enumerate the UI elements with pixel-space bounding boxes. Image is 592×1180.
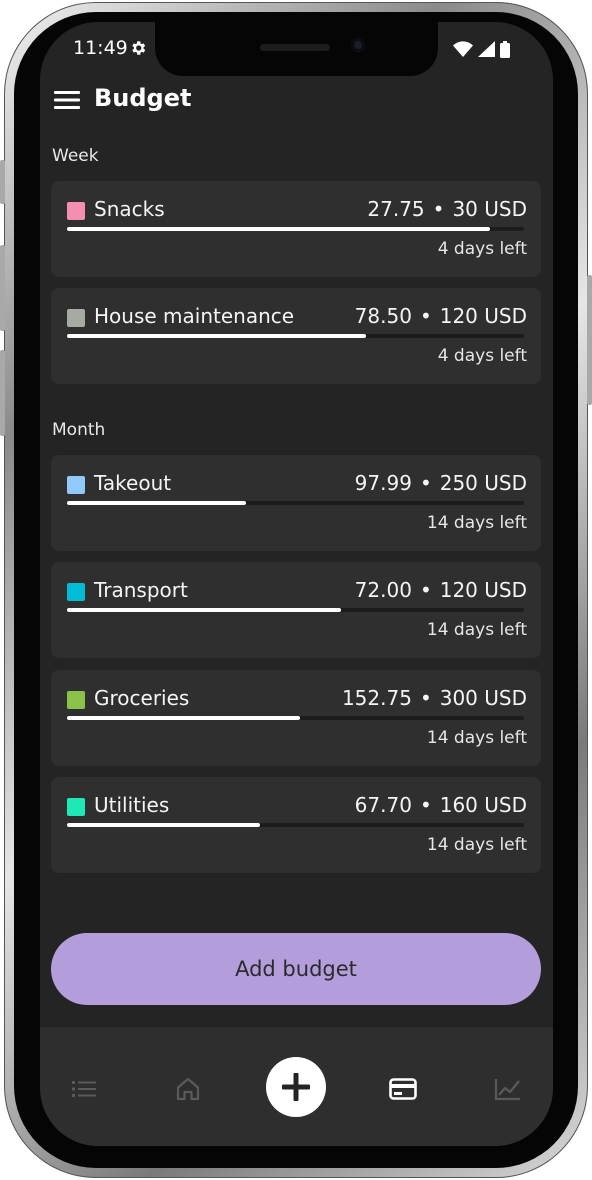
- list-icon: [72, 1081, 96, 1097]
- category-color-swatch: [67, 691, 85, 709]
- category-name: Transport: [94, 578, 188, 602]
- amount-spent: 72.00: [354, 578, 412, 602]
- volume-down-button: [0, 350, 5, 436]
- nav-item-list[interactable]: [64, 1069, 104, 1109]
- home-icon: [176, 1077, 200, 1101]
- days-left: 14 days left: [426, 513, 527, 533]
- amount-separator: •: [419, 793, 432, 817]
- category-name: House maintenance: [94, 304, 295, 328]
- days-left: 14 days left: [426, 835, 527, 855]
- amount-limit: 250 USD: [439, 471, 527, 495]
- budget-card[interactable]: Groceries 152.75 • 300 USD 14 days left: [51, 670, 541, 766]
- amount-spent: 67.70: [354, 793, 412, 817]
- chart-icon: [494, 1079, 520, 1101]
- progress-bar: [67, 501, 524, 505]
- wifi-icon: [453, 41, 473, 57]
- speaker: [260, 44, 330, 51]
- progress-bar: [67, 334, 524, 338]
- app-bar: Budget: [40, 80, 553, 120]
- progress-fill: [67, 227, 490, 231]
- nav-item-home[interactable]: [168, 1069, 208, 1109]
- volume-up-button: [0, 245, 5, 331]
- amount-limit: 300 USD: [439, 686, 527, 710]
- progress-bar: [67, 716, 524, 720]
- amount-limit: 120 USD: [439, 578, 527, 602]
- nav-item-stats[interactable]: [488, 1069, 528, 1109]
- progress-bar: [67, 227, 524, 231]
- page-title: Budget: [94, 84, 192, 112]
- amount-separator: •: [419, 578, 432, 602]
- days-left: 4 days left: [437, 239, 527, 259]
- days-left: 14 days left: [426, 728, 527, 748]
- amount-separator: •: [432, 197, 445, 221]
- category-color-swatch: [67, 309, 85, 327]
- amount-separator: •: [419, 686, 432, 710]
- budget-card[interactable]: Transport 72.00 • 120 USD 14 days left: [51, 562, 541, 658]
- category-name: Utilities: [94, 793, 170, 817]
- signal-icon: [478, 41, 495, 57]
- status-time: 11:49: [73, 37, 128, 59]
- category-name: Groceries: [94, 686, 190, 710]
- budget-card[interactable]: Takeout 97.99 • 250 USD 14 days left: [51, 455, 541, 551]
- amount-separator: •: [419, 471, 432, 495]
- front-camera: [351, 38, 365, 52]
- budget-card[interactable]: House maintenance 78.50 • 120 USD 4 days l…: [51, 288, 541, 384]
- card-icon: [389, 1078, 417, 1100]
- add-budget-button[interactable]: Add budget: [51, 933, 541, 1005]
- amount-spent: 152.75: [341, 686, 412, 710]
- battery-icon: [500, 40, 510, 58]
- gear-icon: [132, 41, 146, 55]
- category-color-swatch: [67, 202, 85, 220]
- budget-amounts: 27.75 • 30 USD: [367, 197, 527, 221]
- section-label-month: Month: [52, 420, 106, 440]
- budget-amounts: 78.50 • 120 USD: [355, 304, 527, 328]
- category-color-swatch: [67, 476, 85, 494]
- progress-bar: [67, 608, 524, 612]
- budget-amounts: 67.70 • 160 USD: [355, 793, 527, 817]
- bottom-nav: [40, 1027, 553, 1146]
- category-name: Snacks: [94, 197, 165, 221]
- progress-fill: [67, 501, 247, 505]
- category-color-swatch: [67, 798, 85, 816]
- section-label-week: Week: [52, 146, 99, 166]
- amount-spent: 97.99: [354, 471, 412, 495]
- add-icon: [282, 1073, 310, 1101]
- menu-icon[interactable]: [54, 90, 80, 110]
- progress-fill: [67, 334, 366, 338]
- amount-limit: 160 USD: [439, 793, 527, 817]
- amount-spent: 78.50: [354, 304, 412, 328]
- days-left: 14 days left: [426, 620, 527, 640]
- category-name: Takeout: [94, 471, 172, 495]
- amount-limit: 30 USD: [452, 197, 527, 221]
- budget-card[interactable]: Utilities 67.70 • 160 USD 14 days left: [51, 777, 541, 873]
- budget-amounts: 152.75 • 300 USD: [342, 686, 527, 710]
- progress-fill: [67, 608, 342, 612]
- status-icons: [453, 40, 510, 58]
- progress-fill: [67, 716, 300, 720]
- progress-bar: [67, 823, 524, 827]
- budget-card[interactable]: Snacks 27.75 • 30 USD 4 days left: [51, 181, 541, 277]
- amount-separator: •: [419, 304, 432, 328]
- progress-fill: [67, 823, 261, 827]
- budget-amounts: 72.00 • 120 USD: [355, 578, 527, 602]
- amount-spent: 27.75: [367, 197, 425, 221]
- add-transaction-button[interactable]: [266, 1057, 326, 1117]
- notch: [155, 22, 438, 76]
- amount-limit: 120 USD: [439, 304, 527, 328]
- silent-switch: [0, 160, 5, 204]
- budget-amounts: 97.99 • 250 USD: [355, 471, 527, 495]
- category-color-swatch: [67, 583, 85, 601]
- screen: 11:49 Budget Week Snacks 27.75 • 30 USD 4 …: [40, 22, 553, 1146]
- days-left: 4 days left: [437, 346, 527, 366]
- nav-item-budgets[interactable]: [383, 1069, 423, 1109]
- power-button: [587, 275, 592, 405]
